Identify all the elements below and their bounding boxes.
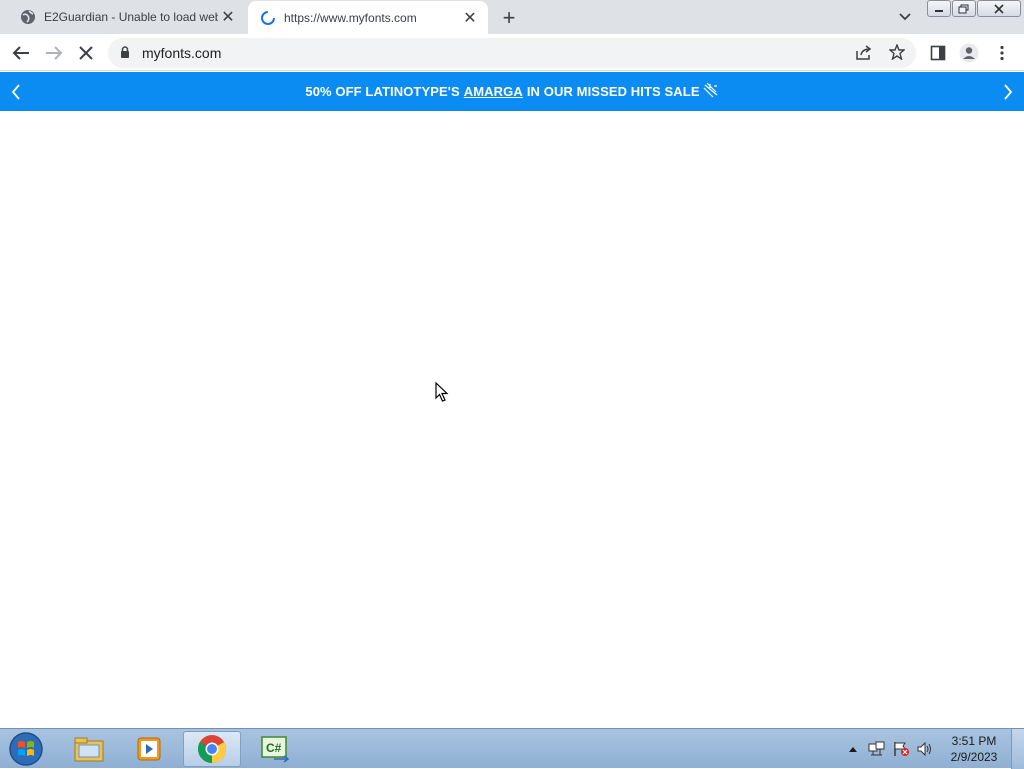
windows-explorer-icon[interactable] xyxy=(60,731,118,767)
stop-loading-icon[interactable] xyxy=(75,42,97,64)
share-icon[interactable] xyxy=(856,45,872,65)
bookmark-star-icon[interactable] xyxy=(888,43,906,65)
windows-taskbar: C# 3:51 PM 2/9/2023 xyxy=(0,728,1024,769)
globe-icon xyxy=(20,9,36,25)
minimize-button[interactable] xyxy=(927,0,951,17)
tab-search-chevron-icon[interactable] xyxy=(895,9,915,25)
restore-button[interactable] xyxy=(952,0,976,17)
media-player-icon[interactable] xyxy=(120,731,178,767)
back-arrow-icon[interactable] xyxy=(10,42,32,64)
volume-icon[interactable] xyxy=(914,739,936,759)
new-tab-button[interactable]: + xyxy=(498,5,520,30)
more-menu-icon[interactable] xyxy=(991,42,1013,64)
start-button[interactable] xyxy=(6,731,46,767)
loading-spinner-icon xyxy=(260,10,276,26)
tab-myfonts[interactable]: https://www.myfonts.com ✕ xyxy=(248,1,488,34)
page-content-area xyxy=(0,111,1024,728)
action-center-flag-icon[interactable] xyxy=(890,739,912,759)
svg-text:C#: C# xyxy=(266,741,282,755)
mouse-cursor-icon xyxy=(435,381,449,408)
sparkle-icon xyxy=(703,82,719,101)
banner-prev-icon[interactable] xyxy=(8,83,24,101)
tab-strip: E2Guardian - Unable to load web ✕ https:… xyxy=(0,0,1024,34)
side-panel-icon[interactable] xyxy=(927,42,949,64)
chrome-icon[interactable] xyxy=(183,731,241,767)
window-controls xyxy=(927,0,1022,18)
banner-next-icon[interactable] xyxy=(1000,83,1016,101)
tab-close-icon[interactable]: ✕ xyxy=(460,8,480,28)
promo-banner: 50% OFF LATINOTYPE'S AMARGA IN OUR MISSE… xyxy=(0,72,1024,111)
banner-link[interactable]: AMARGA xyxy=(464,84,523,99)
taskbar-clock[interactable]: 3:51 PM 2/9/2023 xyxy=(940,733,1008,765)
clock-date: 2/9/2023 xyxy=(950,750,998,764)
tab-e2guardian[interactable]: E2Guardian - Unable to load web ✕ xyxy=(8,0,246,34)
show-desktop-button[interactable] xyxy=(1011,729,1024,769)
profile-avatar-icon[interactable] xyxy=(958,42,980,64)
close-window-button[interactable] xyxy=(977,0,1021,17)
csharp-icon[interactable]: C# xyxy=(246,731,304,767)
tab-title: https://www.myfonts.com xyxy=(284,10,417,25)
banner-text: 50% OFF LATINOTYPE'S xyxy=(305,84,460,99)
network-icon[interactable] xyxy=(866,739,888,759)
address-bar[interactable]: myfonts.com xyxy=(108,38,916,68)
browser-toolbar: myfonts.com xyxy=(0,34,1024,71)
lock-icon[interactable] xyxy=(120,46,130,64)
show-hidden-icons-icon[interactable] xyxy=(842,739,864,759)
url-text: myfonts.com xyxy=(142,45,222,61)
clock-time: 3:51 PM xyxy=(951,734,997,748)
tab-title: E2Guardian - Unable to load web xyxy=(44,10,218,24)
tab-close-icon[interactable]: ✕ xyxy=(218,7,238,27)
forward-arrow-icon[interactable] xyxy=(43,42,65,64)
banner-text-end: IN OUR MISSED HITS SALE xyxy=(526,84,700,99)
system-tray xyxy=(842,729,938,769)
